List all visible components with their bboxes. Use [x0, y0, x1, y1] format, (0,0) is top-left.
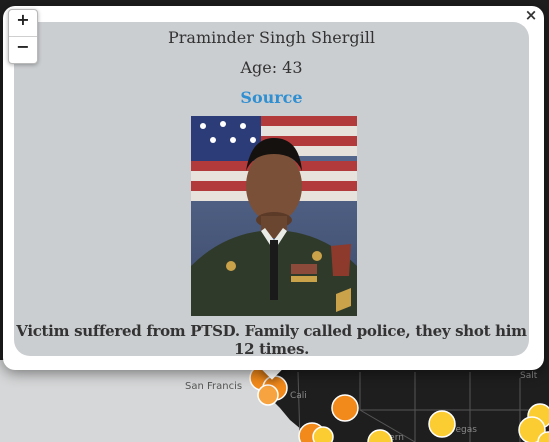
popup-content: Praminder Singh Shergill Age: 43 Source — [14, 22, 529, 358]
portrait-photo — [191, 116, 357, 316]
svg-text:Salt: Salt — [520, 371, 538, 381]
incident-description: Victim suffered from PTSD. Family called… — [16, 322, 527, 358]
city-label-san-francisco: San Francis — [185, 381, 242, 392]
incident-popup: × Praminder Singh Shergill Age: 43 Sourc… — [3, 6, 544, 370]
victim-name: Praminder Singh Shergill — [168, 28, 375, 47]
svg-text:Cali: Cali — [290, 391, 307, 401]
zoom-in-button[interactable]: + — [9, 10, 37, 36]
incident-marker[interactable] — [257, 384, 279, 406]
close-icon[interactable]: × — [522, 6, 540, 24]
incident-marker[interactable] — [331, 394, 359, 422]
victim-age: Age: 43 — [240, 58, 303, 77]
incident-marker[interactable] — [312, 426, 334, 442]
zoom-out-button[interactable]: − — [9, 36, 37, 63]
source-link[interactable]: Source — [14, 88, 529, 107]
incident-marker[interactable] — [428, 410, 456, 438]
zoom-control: + − — [8, 9, 38, 64]
